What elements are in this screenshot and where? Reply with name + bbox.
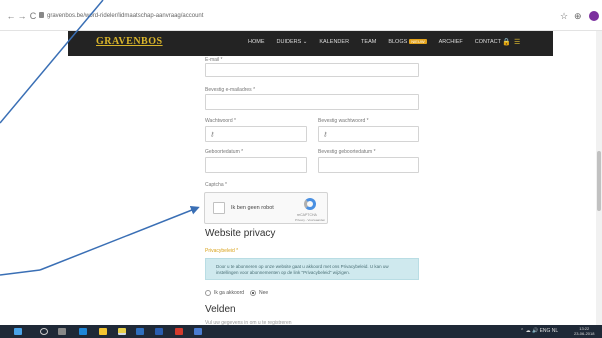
privacy-agree-label[interactable]: Ik ga akkoord [214, 290, 244, 296]
recaptcha-links[interactable]: Privacy - Voorwaarden [295, 218, 325, 222]
word-icon[interactable] [194, 328, 202, 335]
confirm-password-label: Bevestig wachtwoord * [318, 118, 369, 124]
lock-icon[interactable]: 🔒 [502, 39, 511, 47]
recaptcha-icon [304, 198, 316, 210]
new-badge: NIEUW [409, 39, 427, 45]
edge-icon[interactable] [79, 328, 87, 335]
profile-avatar[interactable] [589, 11, 599, 21]
clock[interactable]: 13:22 23-06-2018 [574, 326, 594, 336]
privacy-no-radio[interactable] [250, 290, 256, 296]
explorer-icon[interactable] [99, 328, 107, 335]
arrow-captcha [39, 206, 200, 271]
site-header: GRAVENBOS HOME DUIDERS ⌄ KALENDER TEAM B… [68, 31, 553, 56]
fields-title: Velden [205, 304, 236, 315]
clock-date: 23-06-2018 [574, 331, 595, 336]
menu-team[interactable]: TEAM [361, 39, 376, 45]
birthdate-field[interactable] [205, 157, 307, 173]
page-scrollbar[interactable] [596, 31, 602, 325]
email-field[interactable] [205, 63, 419, 77]
address-bar[interactable]: gravenbos.be/word-rideler/lidmaatschap-a… [47, 13, 203, 19]
recaptcha-widget: Ik ben geen robot reCAPTCHA Privacy - Vo… [204, 192, 328, 224]
menu-home[interactable]: HOME [248, 39, 265, 45]
password-label: Wachtwoord * [205, 118, 236, 124]
task-view-icon[interactable] [58, 328, 66, 335]
search-icon[interactable] [40, 328, 48, 335]
site-logo[interactable]: GRAVENBOS [96, 36, 163, 47]
hamburger-menu-icon[interactable]: ☰ [514, 39, 520, 47]
lock-icon [39, 12, 44, 18]
extension-icon[interactable]: ⊕ [574, 10, 582, 22]
menu-duiders[interactable]: DUIDERS ⌄ [277, 39, 308, 45]
start-icon[interactable] [14, 328, 22, 335]
confirm-birthdate-label: Bevestig geboortedatum * [318, 149, 376, 155]
outlook-icon[interactable] [136, 328, 144, 335]
system-tray[interactable]: ⌃ ☁ 🔊 ENG NL [520, 328, 558, 334]
menu-archief[interactable]: ARCHIEF [439, 39, 463, 45]
captcha-checkbox[interactable] [213, 202, 225, 214]
menu-blogs[interactable]: BLOGS NIEUW [388, 39, 427, 45]
reload-button[interactable]: C [28, 11, 38, 21]
birthdate-label: Geboortedatum * [205, 149, 244, 155]
windows-taskbar: ⌃ ☁ 🔊 ENG NL 13:22 23-06-2018 [0, 325, 602, 338]
captcha-text: Ik ben geen robot [231, 205, 274, 211]
photoshop-icon[interactable] [155, 328, 163, 335]
main-menu: HOME DUIDERS ⌄ KALENDER TEAM BLOGS NIEUW … [248, 39, 513, 45]
password-field[interactable]: ⚷ [205, 126, 307, 142]
chrome-icon[interactable] [118, 328, 126, 335]
acrobat-icon[interactable] [175, 328, 183, 335]
privacy-label: Privacybeleid * [205, 248, 239, 254]
bookmark-star-icon[interactable]: ☆ [560, 10, 568, 22]
captcha-label: Captcha * [205, 182, 227, 188]
confirm-password-field[interactable]: ⚷ [318, 126, 419, 142]
confirm-birthdate-field[interactable] [318, 157, 419, 173]
recaptcha-brand: reCAPTCHA [297, 213, 317, 217]
privacy-no-label[interactable]: Nee [259, 290, 268, 296]
browser-toolbar: ← → C gravenbos.be/word-rideler/lidmaats… [0, 0, 602, 31]
scrollbar-thumb[interactable] [597, 151, 601, 211]
privacy-notice: Door u te abonneren op onze website gaat… [205, 258, 419, 280]
forward-button[interactable]: → [17, 11, 27, 21]
privacy-agree-radio[interactable] [205, 290, 211, 296]
arrow-tail [0, 269, 41, 276]
confirm-email-field[interactable] [205, 94, 419, 110]
menu-blogs-label: BLOGS [388, 39, 408, 45]
menu-contact[interactable]: CONTACT [475, 39, 501, 45]
back-button[interactable]: ← [6, 11, 16, 21]
privacy-title: Website privacy [205, 228, 276, 239]
confirm-email-label: Bevestig e-mailadres * [205, 87, 256, 93]
key-icon: ⚷ [210, 132, 215, 138]
privacy-notice-text: Door u te abonneren op onze website gaat… [216, 264, 389, 275]
menu-kalender[interactable]: KALENDER [319, 39, 349, 45]
key-icon: ⚷ [323, 132, 328, 138]
